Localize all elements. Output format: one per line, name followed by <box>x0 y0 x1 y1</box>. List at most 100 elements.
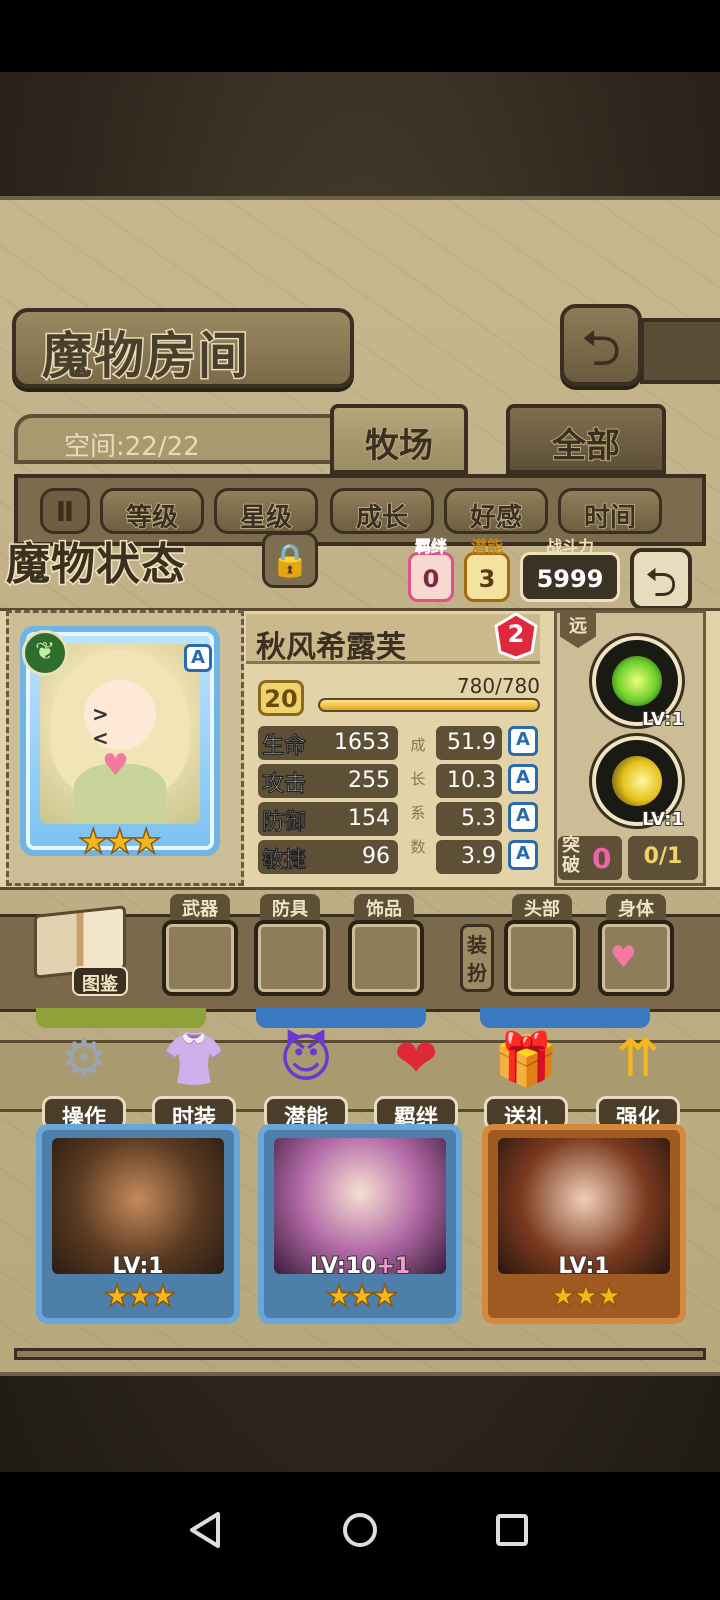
nature-element-icon: ❦ <box>22 630 68 676</box>
bestiary-label: 图鉴 <box>82 974 118 995</box>
lock-icon: 🔒 <box>270 541 310 579</box>
tab-ranch-label: 牧场 <box>364 425 434 467</box>
growth-hp: 51.9 <box>436 726 502 760</box>
star-rating: ★★★ <box>77 821 162 863</box>
skill-1-button[interactable]: LV:1 <box>592 636 685 731</box>
monster-name: 秋风希露芙 <box>256 630 406 665</box>
header-bar-right <box>640 318 720 384</box>
green-swirl-icon <box>612 656 662 706</box>
accessory-slot[interactable] <box>348 920 424 996</box>
power-label: 战斗力 <box>545 537 594 556</box>
rank-text: A <box>191 647 205 668</box>
slot-label-text: 防具 <box>272 899 308 920</box>
gift-button[interactable]: 🎁 送礼 <box>482 1024 570 1132</box>
awaken-gem: 2 <box>492 612 540 660</box>
costume-button[interactable]: 👚 时装 <box>150 1024 238 1132</box>
stat-row-atk: 攻击 255 <box>258 764 398 798</box>
grade-badge: A <box>508 764 538 794</box>
growth-value: 3.9 <box>461 844 496 869</box>
growth-atk: 10.3 <box>436 764 502 798</box>
lock-button[interactable]: 🔒 <box>262 532 318 588</box>
exp-text: 780/780 <box>456 674 540 698</box>
monster-portrait: >< ♥ <box>40 644 200 824</box>
skill-level: LV:1 <box>641 708 685 731</box>
status-title: 魔物状态 <box>5 528 246 592</box>
filter-label: 时间 <box>583 502 637 534</box>
system-nav-bar <box>0 1472 720 1600</box>
power-chip: 战斗力 5999 <box>520 537 620 602</box>
enhance-button[interactable]: ⇈ 强化 <box>594 1024 682 1132</box>
bond-chip: 羁绊 0 <box>408 537 454 602</box>
tab-all-label: 全部 <box>551 425 621 467</box>
winged-heart-icon: ♥ <box>610 940 637 975</box>
card-level-text: LV:1 <box>557 1253 610 1280</box>
bond-label: 羁绊 <box>414 537 448 557</box>
nav-home-icon[interactable] <box>330 1500 390 1560</box>
stat-value: 255 <box>348 768 390 793</box>
slot-label-accessory: 饰品 <box>354 894 414 920</box>
monster-card[interactable]: LV:1 ★★★ <box>482 1124 686 1324</box>
card-level: LV:1 <box>42 1253 234 1280</box>
breakthrough-count: 0 <box>592 842 612 875</box>
armor-slot[interactable] <box>254 920 330 996</box>
card-level: LV:10+1 <box>264 1253 456 1280</box>
bestiary-button[interactable]: 图鉴 <box>30 905 130 998</box>
monster-card[interactable]: LV:1 ★★★ <box>36 1124 240 1324</box>
breakthrough-box: 突破 0 0/1 <box>558 836 698 880</box>
filter-label: 好感 <box>469 502 523 534</box>
breakthrough-progress-box: 0/1 <box>628 836 698 880</box>
slot-label-text: 饰品 <box>366 899 402 920</box>
card-level-text: LV:1 <box>111 1253 164 1280</box>
nav-back-icon[interactable] <box>176 1500 236 1560</box>
head-slot[interactable] <box>504 920 580 996</box>
room-title-plate: 魔物房间 <box>12 308 354 388</box>
grade-text: A <box>516 729 530 750</box>
stat-value: 154 <box>348 806 390 831</box>
shadow-demon-icon: 😈 <box>278 1029 334 1089</box>
growth-value: 51.9 <box>447 730 496 755</box>
weapon-slot[interactable] <box>162 920 238 996</box>
card-level: LV:1 <box>488 1253 680 1280</box>
monster-card[interactable]: LV:10+1 ★★★ <box>258 1124 462 1324</box>
tab-all[interactable]: 全部 <box>506 404 666 474</box>
grade-text: A <box>516 805 530 826</box>
return-arrow-icon: ⮌ <box>580 319 622 377</box>
back-button[interactable]: ⮌ <box>560 304 642 386</box>
stat-name: 生命 <box>262 734 307 760</box>
status-title-text: 魔物状态 <box>5 538 187 592</box>
operate-button[interactable]: ⚙ 操作 <box>40 1024 128 1132</box>
potential-value: 3 <box>478 565 496 593</box>
gear-icon: ⚙ <box>60 1029 108 1089</box>
potential-button[interactable]: 😈 潜能 <box>262 1024 350 1132</box>
nav-recents-icon[interactable] <box>482 1500 542 1560</box>
card-level-plus: +1 <box>375 1253 411 1280</box>
grade-text: A <box>516 767 530 788</box>
bond-button[interactable]: ❤ 羁绊 <box>372 1024 460 1132</box>
star-rating: ★★★ <box>549 1278 623 1315</box>
body-slot[interactable]: ♥ <box>598 920 674 996</box>
skill-level: LV:1 <box>641 808 685 831</box>
dress-up-label: 装扮 <box>467 933 487 985</box>
power-value: 5999 <box>536 565 604 593</box>
card-level-text: LV:10 <box>309 1253 377 1280</box>
slot-label-body: 身体 <box>606 894 666 920</box>
bond-value: 0 <box>422 565 440 593</box>
filter-affection-button[interactable]: 好感 <box>444 488 548 534</box>
pause-icon: Ⅱ <box>55 495 75 528</box>
tab-ranch[interactable]: 牧场 <box>330 404 468 474</box>
growth-label: 成长系数 <box>410 736 426 856</box>
grade-badge: A <box>508 802 538 832</box>
star-rating: ★★★ <box>103 1278 177 1315</box>
star-rating: ★★★ <box>325 1278 399 1315</box>
gift-icon: 🎁 <box>493 1029 559 1090</box>
stat-name: 攻击 <box>262 772 307 798</box>
slot-label-text: 武器 <box>182 899 218 920</box>
dress-up-button[interactable]: 装扮 <box>460 924 494 992</box>
close-status-button[interactable]: ⮌ <box>630 548 692 610</box>
skill-2-button[interactable]: LV:1 <box>592 736 685 831</box>
filter-growth-button[interactable]: 成长 <box>330 488 434 534</box>
stat-value: 96 <box>362 844 390 869</box>
level-badge: 20 <box>258 680 304 716</box>
filter-time-button[interactable]: 时间 <box>558 488 662 534</box>
range-text: 远 <box>569 616 587 637</box>
